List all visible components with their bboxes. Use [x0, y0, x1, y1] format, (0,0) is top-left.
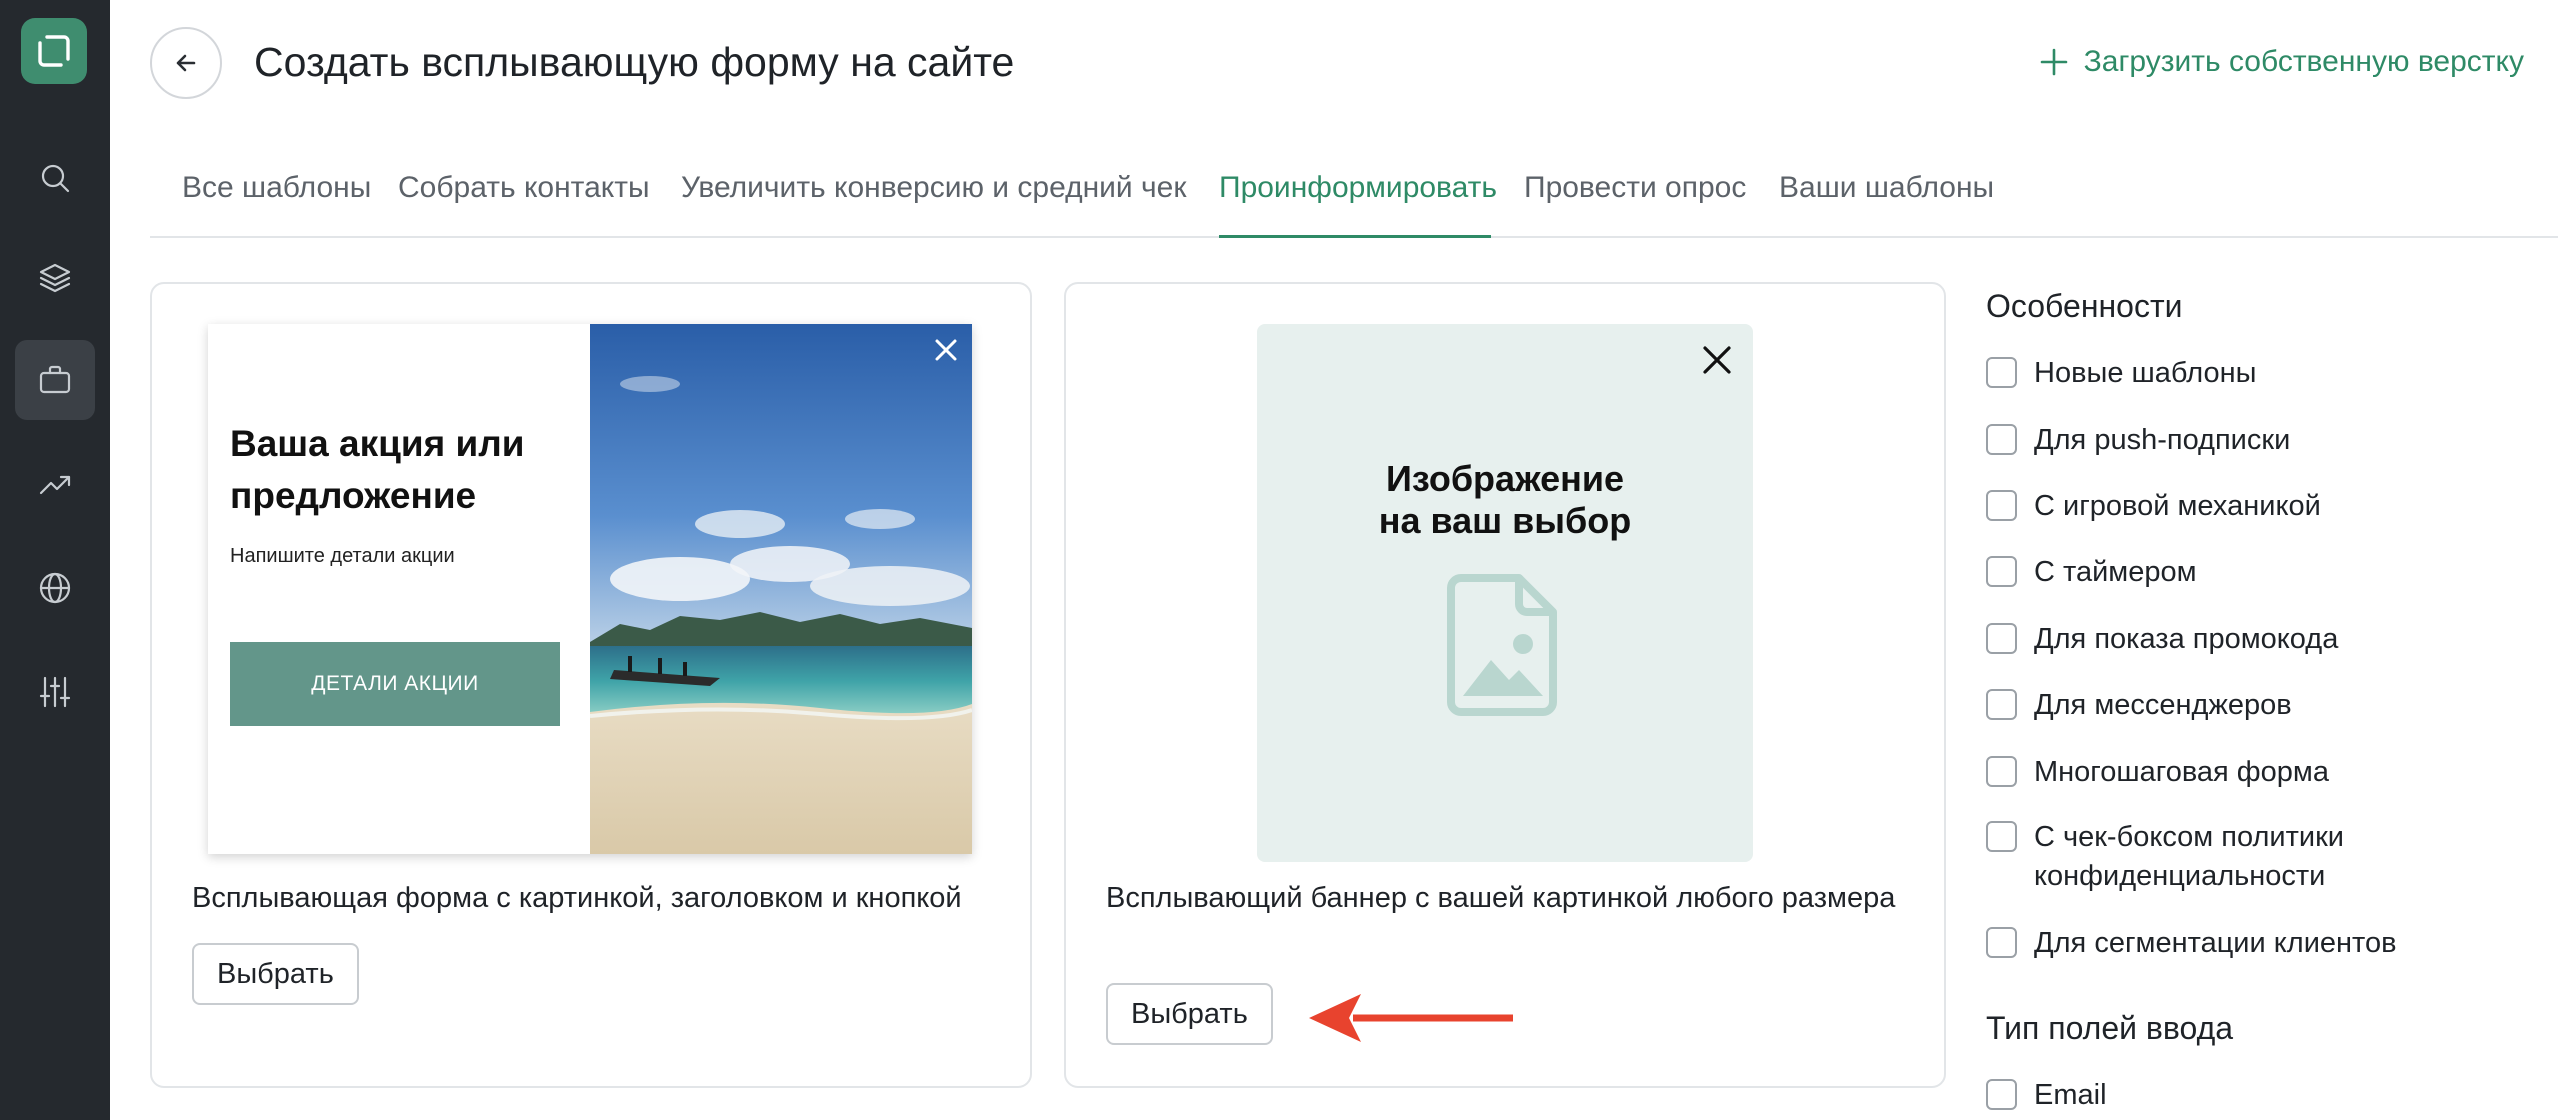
checkbox[interactable]	[1986, 357, 2017, 388]
tab-your-templates[interactable]: Ваши шаблоны	[1779, 168, 1994, 208]
trending-up-icon	[39, 475, 71, 495]
filter-label: Для показа промокода	[2034, 623, 2339, 655]
search-icon	[41, 164, 70, 193]
checkbox[interactable]	[1986, 556, 2017, 587]
filter-label: С чек-боксом политики конфиденциальности	[2034, 821, 2344, 892]
checkbox[interactable]	[1986, 821, 2017, 852]
sidebar	[0, 0, 110, 1120]
filter-label: Новые шаблоны	[2034, 357, 2257, 389]
beach-photo	[590, 324, 972, 854]
checkbox[interactable]	[1986, 623, 2017, 654]
filter-push-subscription[interactable]: Для push-подписки	[1986, 421, 2290, 460]
briefcase-icon	[39, 365, 71, 394]
sidebar-item-analytics[interactable]	[15, 444, 95, 524]
preview-line-1: Изображение	[1385, 458, 1625, 499]
globe-icon	[39, 572, 71, 604]
preview-cta-button: ДЕТАЛИ АКЦИИ	[230, 642, 560, 726]
back-button[interactable]	[150, 27, 222, 99]
filter-new-templates[interactable]: Новые шаблоны	[1986, 354, 2256, 393]
upload-own-layout-label: Загрузить собственную верстку	[2083, 45, 2524, 78]
logo-icon	[38, 35, 70, 67]
sidebar-item-layers[interactable]	[15, 238, 95, 318]
sidebar-item-search[interactable]	[15, 138, 95, 218]
filter-customer-segmentation[interactable]: Для сегментации клиентов	[1986, 924, 2397, 963]
filter-privacy-checkbox[interactable]: С чек-боксом политики конфиденциальности	[1986, 818, 2426, 896]
annotation-arrow-icon	[1309, 994, 1513, 1042]
filter-messengers[interactable]: Для мессенджеров	[1986, 686, 2292, 725]
sliders-icon	[39, 676, 71, 708]
filter-promo-code[interactable]: Для показа промокода	[1986, 620, 2338, 659]
plus-icon	[2040, 48, 2067, 76]
preview-close-icon	[1703, 346, 1731, 374]
filter-label: Для мессенджеров	[2034, 689, 2292, 721]
filter-timer[interactable]: С таймером	[1986, 553, 2197, 592]
image-placeholder-icon	[1447, 574, 1557, 716]
active-tab-indicator	[1219, 235, 1491, 238]
preview-heading: Ваша акция или предложение	[230, 423, 525, 516]
checkbox[interactable]	[1986, 689, 2017, 720]
tab-inform[interactable]: Проинформировать	[1219, 168, 1497, 208]
template-preview-image-form[interactable]: Ваша акция или предложение Напишите дета…	[208, 324, 972, 854]
preview-subtext: Напишите детали акции	[230, 545, 455, 567]
layers-icon	[39, 263, 71, 293]
tab-increase-conversion[interactable]: Увеличить конверсию и средний чек	[681, 168, 1186, 208]
checkbox[interactable]	[1986, 1079, 2017, 1110]
tab-run-survey[interactable]: Провести опрос	[1524, 168, 1746, 208]
preview-line-2: на ваш выбор	[1378, 500, 1632, 541]
upload-own-layout-link[interactable]: Загрузить собственную верстку	[2038, 42, 2524, 82]
checkbox[interactable]	[1986, 490, 2017, 521]
filter-label: Для push-подписки	[2034, 424, 2291, 456]
choose-template-button[interactable]: Выбрать	[1106, 983, 1273, 1045]
category-tabs: Все шаблоны Собрать контакты Увеличить к…	[150, 160, 2558, 238]
preview-close-icon	[935, 339, 957, 361]
filter-multistep-form[interactable]: Многошаговая форма	[1986, 753, 2329, 792]
choose-template-button[interactable]: Выбрать	[192, 943, 359, 1005]
page-title: Создать всплывающую форму на сайте	[254, 39, 1015, 85]
features-heading: Особенности	[1986, 288, 2183, 324]
filter-label: Email	[2034, 1079, 2107, 1111]
app-logo[interactable]	[21, 18, 87, 84]
preview-text: Изображение на ваш выбор	[1257, 458, 1753, 542]
sidebar-item-sites[interactable]	[15, 548, 95, 628]
checkbox[interactable]	[1986, 756, 2017, 787]
filter-email[interactable]: Email	[1986, 1076, 2107, 1115]
filter-label: Для сегментации клиентов	[2034, 927, 2397, 959]
filter-label: Многошаговая форма	[2034, 756, 2329, 788]
checkbox[interactable]	[1986, 927, 2017, 958]
tab-collect-contacts[interactable]: Собрать контакты	[398, 168, 650, 208]
arrow-left-icon	[176, 54, 196, 72]
template-title: Всплывающая форма с картинкой, заголовко…	[192, 882, 962, 914]
checkbox[interactable]	[1986, 424, 2017, 455]
filter-game-mechanics[interactable]: С игровой механикой	[1986, 487, 2321, 526]
filter-label: С таймером	[2034, 556, 2197, 588]
filter-label: С игровой механикой	[2034, 490, 2321, 522]
template-title: Всплывающий баннер с вашей картинкой люб…	[1106, 882, 1896, 914]
tab-all-templates[interactable]: Все шаблоны	[182, 168, 371, 208]
template-preview-image-banner[interactable]: Изображение на ваш выбор	[1257, 324, 1753, 862]
sidebar-item-settings[interactable]	[15, 652, 95, 732]
input-types-heading: Тип полей ввода	[1986, 1010, 2234, 1046]
sidebar-item-briefcase[interactable]	[15, 340, 95, 420]
